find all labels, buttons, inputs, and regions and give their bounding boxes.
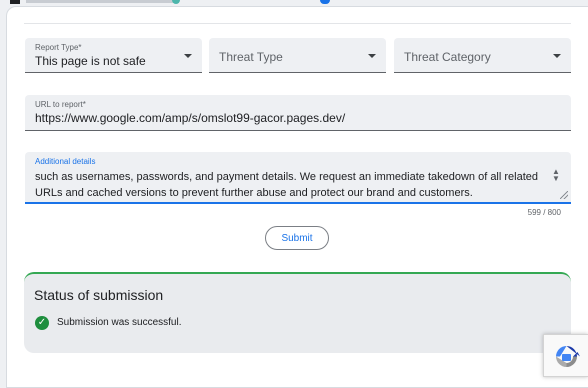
report-type-value: This page is not safe <box>35 54 146 68</box>
status-title: Status of submission <box>34 287 164 303</box>
top-icon <box>10 0 20 4</box>
scroll-arrows-icon[interactable]: ▲ ▼ <box>551 168 561 184</box>
caret-down-icon <box>368 54 376 58</box>
top-text-fragment <box>26 0 176 3</box>
recaptcha-icon <box>556 346 580 367</box>
divider <box>24 23 571 24</box>
threat-type-select[interactable]: Threat Type <box>209 38 386 73</box>
report-type-label: Report Type* <box>35 43 82 52</box>
status-message: Submission was successful. <box>57 317 182 328</box>
threat-type-placeholder: Threat Type <box>219 50 283 64</box>
additional-details-textarea[interactable]: Additional details such as usernames, pa… <box>25 152 571 204</box>
status-card: Status of submission ✓ Submission was su… <box>24 272 571 353</box>
resize-handle-icon[interactable] <box>560 191 568 199</box>
url-input[interactable]: URL to report* https://www.google.com/am… <box>25 95 571 131</box>
caret-down-icon <box>553 54 561 58</box>
caret-down-icon <box>184 54 192 58</box>
additional-details-label: Additional details <box>35 157 96 166</box>
threat-category-placeholder: Threat Category <box>404 50 491 64</box>
character-counter: 599 / 800 <box>527 208 561 217</box>
additional-details-text: such as usernames, passwords, and paymen… <box>35 171 539 199</box>
top-blue-icon <box>320 0 330 4</box>
recaptcha-badge[interactable] <box>543 334 588 377</box>
submit-button[interactable]: Submit <box>265 226 329 250</box>
check-circle-icon: ✓ <box>35 316 49 330</box>
threat-category-select[interactable]: Threat Category <box>394 38 571 73</box>
report-type-select[interactable]: Report Type* This page is not safe <box>25 38 202 73</box>
url-label: URL to report* <box>35 100 86 109</box>
url-value: https://www.google.com/amp/s/omslot99-ga… <box>35 111 346 125</box>
top-teal-icon <box>172 0 180 4</box>
